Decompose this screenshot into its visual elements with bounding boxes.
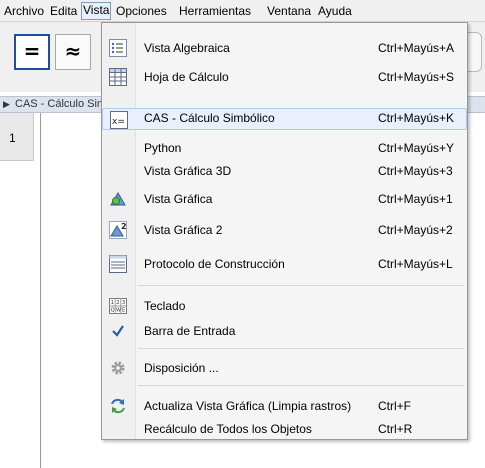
construction-protocol-icon [109,255,127,273]
menu-item-label: Disposición ... [144,361,219,375]
graphics-view-2-icon: 2 [109,221,127,239]
menu-bar: Archivo Edita Vista Opciones Herramienta… [0,0,485,22]
menu-separator [138,285,464,286]
cas-icon: x= [110,111,128,129]
menu-item-label: Vista Gráfica [144,192,213,206]
menu-item-shortcut: Ctrl+Mayús+3 [378,164,453,178]
menu-item-protocolo-de-construccion[interactable]: Protocolo de Construcción Ctrl+Mayús+L [102,254,467,274]
menu-archivo[interactable]: Archivo [4,3,44,19]
menu-item-shortcut: Ctrl+Mayús+1 [378,192,453,206]
gear-icon [111,361,125,375]
menu-item-shortcut: Ctrl+F [378,399,411,413]
menu-item-label: Recálculo de Todos los Objetos [144,422,312,436]
cas-row-header[interactable]: 1 [0,113,34,161]
svg-text:Q: Q [111,308,115,314]
menu-item-label: Vista Gráfica 3D [144,164,232,178]
menu-item-label: Teclado [144,299,186,313]
menu-item-recalculo[interactable]: Recálculo de Todos los Objetos Ctrl+R [102,419,467,439]
svg-text:3: 3 [122,300,125,306]
menu-item-shortcut: Ctrl+R [378,422,413,436]
cas-row-number: 1 [9,131,16,145]
menu-item-vista-grafica-2[interactable]: 2 Vista Gráfica 2 Ctrl+Mayús+2 [102,220,467,240]
svg-text:2: 2 [116,300,119,306]
menu-item-label: CAS - Cálculo Simbólico [144,111,275,125]
menu-item-vista-grafica-3d[interactable]: Vista Gráfica 3D Ctrl+Mayús+3 [102,161,467,181]
spreadsheet-icon [109,68,127,86]
menu-item-shortcut: Ctrl+Mayús+K [378,111,455,125]
refresh-icon [111,398,125,414]
menu-item-label: Protocolo de Construcción [144,257,285,271]
menu-item-python[interactable]: Python Ctrl+Mayús+Y [102,138,467,158]
collapse-triangle-icon[interactable]: ▶ [3,97,10,112]
menu-item-shortcut: Ctrl+Mayús+2 [378,223,453,237]
menu-edita[interactable]: Edita [50,3,77,19]
menu-ayuda[interactable]: Ayuda [318,3,352,19]
menu-item-label: Python [144,141,182,155]
menu-item-label: Vista Algebraica [144,41,230,55]
graphics-view-icon [110,192,126,206]
menu-item-shortcut: Ctrl+Mayús+Y [378,141,455,155]
numeric-button[interactable]: ≈ [55,34,91,70]
svg-text:E: E [122,308,125,314]
menu-separator [138,348,464,349]
menu-ventana[interactable]: Ventana [267,3,311,19]
menu-item-hoja-de-calculo[interactable]: Hoja de Cálculo Ctrl+Mayús+S [102,67,467,87]
menu-opciones[interactable]: Opciones [116,3,167,19]
keyboard-icon: 1 2 3 Q W E [109,298,127,314]
svg-text:1: 1 [111,300,114,306]
cas-column-divider [40,113,41,468]
svg-text:x=: x= [112,117,125,127]
svg-text:2: 2 [121,222,127,231]
menu-vista[interactable]: Vista [81,2,112,20]
menu-item-teclado[interactable]: 1 2 3 Q W E Teclado [102,296,467,316]
menu-item-actualiza-vista-grafica[interactable]: Actualiza Vista Gráfica (Limpia rastros)… [102,396,467,416]
menu-item-label: Actualiza Vista Gráfica (Limpia rastros) [144,399,352,413]
menu-item-cas-calculo-simbolico[interactable]: x= CAS - Cálculo Simbólico Ctrl+Mayús+K [102,108,467,130]
menu-item-shortcut: Ctrl+Mayús+A [378,41,455,55]
menu-separator [138,385,464,386]
svg-text:W: W [116,308,121,314]
menu-item-shortcut: Ctrl+Mayús+S [378,70,455,84]
algebra-view-icon [109,39,127,57]
menu-item-label: Hoja de Cálculo [144,70,229,84]
menu-item-vista-algebraica[interactable]: Vista Algebraica Ctrl+Mayús+A [102,38,467,58]
vista-dropdown-menu: Vista Algebraica Ctrl+Mayús+A Hoja de Cá… [101,22,468,440]
menu-item-barra-de-entrada[interactable]: Barra de Entrada [102,321,467,341]
menu-item-shortcut: Ctrl+Mayús+L [378,257,453,271]
menu-item-label: Barra de Entrada [144,324,236,338]
checkmark-icon [112,325,124,337]
evaluate-button[interactable]: = [14,34,50,70]
menu-item-vista-grafica[interactable]: Vista Gráfica Ctrl+Mayús+1 [102,189,467,209]
menu-item-label: Vista Gráfica 2 [144,223,223,237]
menu-herramientas[interactable]: Herramientas [179,3,251,19]
menu-item-disposicion[interactable]: Disposición ... [102,358,467,378]
